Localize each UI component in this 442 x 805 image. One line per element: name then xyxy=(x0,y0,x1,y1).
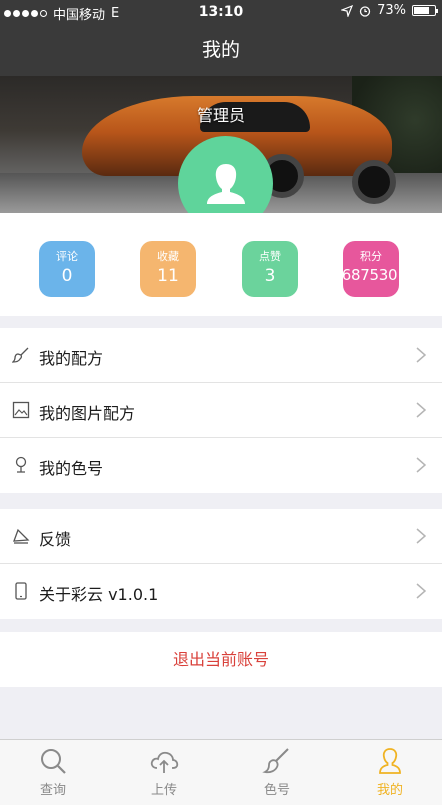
tab-label: 色号 xyxy=(263,783,290,798)
menu-group-mine: 我的配方 我的图片配方 我的色号 xyxy=(0,328,442,493)
chevron-right-icon xyxy=(416,528,426,544)
menu-item-my-color-codes[interactable]: 我的色号 xyxy=(0,438,442,493)
tab-color-codes[interactable]: 色号 xyxy=(237,746,317,798)
menu-item-label: 反馈 xyxy=(39,530,72,549)
page-title: 我的 xyxy=(201,39,240,61)
stat-value: 0 xyxy=(61,266,73,286)
menu-item-feedback[interactable]: 反馈 xyxy=(0,509,442,564)
tab-label: 我的 xyxy=(376,783,403,798)
stat-label: 积分 xyxy=(360,250,382,263)
brush-icon xyxy=(12,347,29,363)
tab-mine[interactable]: 我的 xyxy=(350,746,430,798)
chevron-right-icon xyxy=(416,583,426,599)
menu-item-my-image-formulas[interactable]: 我的图片配方 xyxy=(0,383,442,438)
chevron-right-icon xyxy=(416,402,426,418)
chevron-right-icon xyxy=(416,347,426,363)
nav-bar: 我的 xyxy=(0,24,442,76)
stat-value: 687530 xyxy=(341,266,398,284)
banner-car-wheel xyxy=(352,160,396,204)
tab-label: 上传 xyxy=(150,783,177,798)
stat-likes[interactable]: 点赞 3 xyxy=(242,241,298,297)
cloud-upload-icon xyxy=(150,751,179,773)
stats-card: 评论 0 收藏 11 点赞 3 积分 687530 xyxy=(0,213,442,316)
battery-percentage: 73% xyxy=(377,3,406,18)
tab-bar: 查询 上传 色号 我的 xyxy=(0,739,442,805)
menu-group-app: 反馈 关于彩云 v1.0.1 xyxy=(0,509,442,619)
color-picker-icon xyxy=(15,456,27,473)
stat-label: 收藏 xyxy=(157,250,179,263)
logout-button[interactable]: 退出当前账号 xyxy=(0,632,442,687)
stat-value: 3 xyxy=(264,266,276,286)
tab-upload[interactable]: 上传 xyxy=(124,746,204,798)
menu-item-label: 我的色号 xyxy=(39,459,104,478)
user-icon xyxy=(379,748,401,774)
phone-icon xyxy=(15,582,27,600)
alarm-clock-icon xyxy=(359,5,371,17)
tab-search[interactable]: 查询 xyxy=(13,746,93,798)
user-avatar-icon xyxy=(206,163,245,204)
stat-label: 点赞 xyxy=(259,250,281,263)
stat-label: 评论 xyxy=(56,250,78,263)
menu-item-about[interactable]: 关于彩云 v1.0.1 xyxy=(0,564,442,619)
chevron-right-icon xyxy=(416,457,426,473)
search-icon xyxy=(41,749,66,774)
menu-item-my-formulas[interactable]: 我的配方 xyxy=(0,328,442,383)
menu-item-label: 关于彩云 v1.0.1 xyxy=(39,585,159,604)
brush-icon xyxy=(262,748,289,774)
stat-points[interactable]: 积分 687530 xyxy=(341,241,399,297)
status-bar: 中国移动 E 13:10 73% xyxy=(0,0,442,24)
status-right: 73% xyxy=(341,3,438,18)
battery-icon xyxy=(412,5,438,16)
stat-comments[interactable]: 评论 0 xyxy=(39,241,95,297)
stat-favorites[interactable]: 收藏 11 xyxy=(140,241,196,297)
feedback-icon xyxy=(13,528,30,544)
profile-name: 管理员 xyxy=(196,106,245,125)
image-icon xyxy=(12,401,30,419)
tab-label: 查询 xyxy=(39,783,66,798)
menu-item-label: 我的配方 xyxy=(39,349,104,368)
location-arrow-icon xyxy=(341,4,354,17)
stat-value: 11 xyxy=(157,266,179,286)
menu-item-label: 我的图片配方 xyxy=(39,404,136,423)
